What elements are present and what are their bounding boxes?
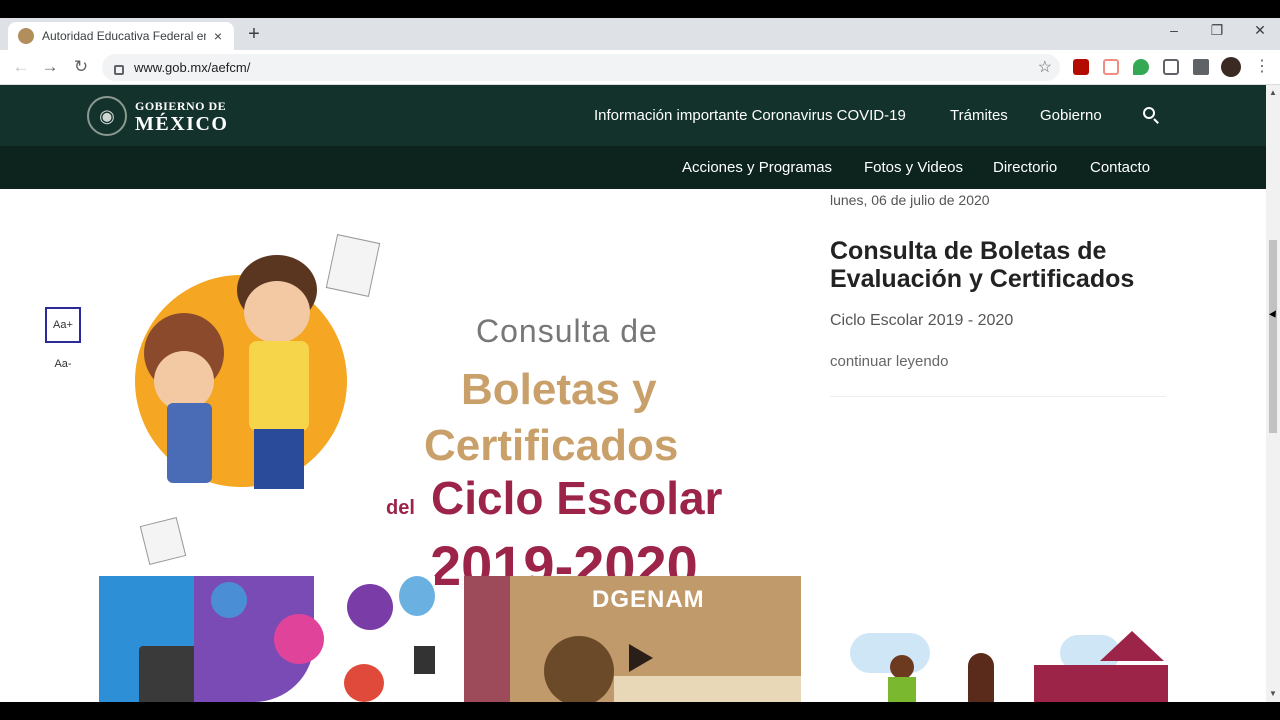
page-scrollbar[interactable]: ▲ ▼: [1266, 85, 1280, 702]
back-button[interactable]: ←: [10, 57, 32, 77]
tablet-icon: [347, 584, 393, 630]
browser-toolbar: ← → ↻ www.gob.mx/aefcm/ ☆ ⋮: [0, 50, 1280, 85]
gobierno-logo[interactable]: ◉ GOBIERNO DE MÉXICO: [87, 96, 228, 136]
restore-button[interactable]: ❐: [1197, 22, 1237, 39]
logo-line1: GOBIERNO DE: [135, 98, 227, 113]
bookmark-star-icon[interactable]: ☆: [1038, 57, 1052, 77]
featured-banner-image[interactable]: Consulta de Boletas y Certificados del C…: [99, 203, 782, 597]
profile-avatar[interactable]: [1221, 57, 1241, 77]
child-body: [888, 677, 916, 702]
banner-line1: Consulta de: [476, 313, 658, 349]
new-tab-button[interactable]: +: [244, 24, 264, 44]
nav-link-acciones[interactable]: Acciones y Programas: [682, 159, 832, 176]
girl-figure: [968, 653, 994, 702]
girl-overalls: [167, 403, 212, 483]
cast-extension-icon[interactable]: [1103, 59, 1119, 75]
scrollbar-thumb[interactable]: [1269, 240, 1277, 433]
font-decrease-button[interactable]: Aa-: [45, 346, 81, 382]
phone-icon: [414, 646, 435, 674]
article-date: lunes, 06 de julio de 2020: [830, 192, 990, 208]
extensions-puzzle-icon[interactable]: [1193, 59, 1209, 75]
reload-button[interactable]: ↻: [70, 57, 92, 77]
scroll-up-icon[interactable]: ▲: [1269, 88, 1277, 97]
banner-del: del: [386, 497, 415, 519]
banner-line2: Boletas y: [461, 365, 657, 414]
screen-top-border: [0, 0, 1280, 18]
report-card-graphic: [139, 516, 187, 566]
pdf-extension-icon[interactable]: [1073, 59, 1089, 75]
nav-link-fotos[interactable]: Fotos y Videos: [864, 159, 963, 176]
forward-button[interactable]: →: [39, 57, 61, 77]
girl-face: [154, 351, 214, 411]
article-title[interactable]: Consulta de Boletas de Evaluación y Cert…: [830, 237, 1190, 293]
close-window-button[interactable]: ✕: [1240, 22, 1280, 39]
tab-close-icon[interactable]: ×: [210, 28, 226, 44]
nav-link-covid[interactable]: Información importante Coronavirus COVID…: [594, 107, 906, 124]
cube-icon: [344, 664, 384, 702]
news-card-school[interactable]: [850, 625, 1170, 702]
web-page: ◉ GOBIERNO DE MÉXICO Información importa…: [0, 85, 1266, 702]
location-extension-icon[interactable]: [1133, 59, 1149, 75]
puzzle-icon: [274, 614, 324, 664]
boy-face: [244, 281, 310, 343]
banner-line4: Ciclo Escolar: [431, 472, 723, 524]
boy-pants: [254, 429, 304, 489]
browser-window: Autoridad Educativa Federal en la × + – …: [0, 0, 1280, 720]
coat-of-arms-icon: ◉: [87, 96, 127, 136]
search-icon[interactable]: [1143, 107, 1155, 119]
address-bar[interactable]: www.gob.mx/aefcm/ ☆: [102, 54, 1060, 81]
article-divider: [830, 396, 1166, 397]
minimize-button[interactable]: –: [1154, 22, 1194, 38]
tab-title: Autoridad Educativa Federal en la: [42, 29, 206, 43]
news-card-technology[interactable]: [99, 576, 435, 702]
sub-navbar: Acciones y Programas Fotos y Videos Dire…: [0, 146, 1266, 189]
grid-extension-icon[interactable]: [1163, 59, 1179, 75]
tab-strip: Autoridad Educativa Federal en la × + – …: [0, 18, 1280, 50]
globe-icon: [211, 582, 247, 618]
nav-link-contacto[interactable]: Contacto: [1090, 159, 1150, 176]
lock-icon: [114, 64, 124, 75]
main-navbar: ◉ GOBIERNO DE MÉXICO Información importa…: [0, 85, 1266, 146]
nav-link-tramites[interactable]: Trámites: [950, 107, 1008, 124]
nav-link-directorio[interactable]: Directorio: [993, 159, 1057, 176]
banner-line3: Certificados: [424, 421, 679, 470]
site-favicon-icon: [18, 28, 34, 44]
building-graphic: [464, 576, 510, 702]
child-figure: [890, 655, 914, 679]
nav-link-gobierno[interactable]: Gobierno: [1040, 107, 1102, 124]
browser-menu-icon[interactable]: ⋮: [1254, 56, 1270, 76]
url-text: www.gob.mx/aefcm/: [134, 60, 251, 75]
pennant-graphic: [629, 644, 653, 672]
browser-tab[interactable]: Autoridad Educativa Federal en la ×: [8, 22, 234, 50]
scroll-down-icon[interactable]: ▼: [1269, 689, 1277, 698]
certificate-document-graphic: [325, 234, 381, 297]
school-building-graphic: [1034, 665, 1168, 702]
desk-graphic: [614, 676, 801, 702]
read-more-link[interactable]: continuar leyendo: [830, 353, 948, 370]
logo-line2: MÉXICO: [135, 112, 229, 135]
font-increase-button[interactable]: Aa+: [45, 307, 81, 343]
article-subtitle: Ciclo Escolar 2019 - 2020: [830, 312, 1014, 329]
news-card-dgenam[interactable]: DGENAM: [464, 576, 801, 702]
school-roof-graphic: [1100, 631, 1164, 661]
book-icon: [399, 576, 435, 616]
boy-shirt: [249, 341, 309, 431]
screen-bottom-border: [0, 702, 1280, 720]
dgenam-title: DGENAM: [592, 586, 705, 613]
student-photo: [544, 636, 614, 702]
